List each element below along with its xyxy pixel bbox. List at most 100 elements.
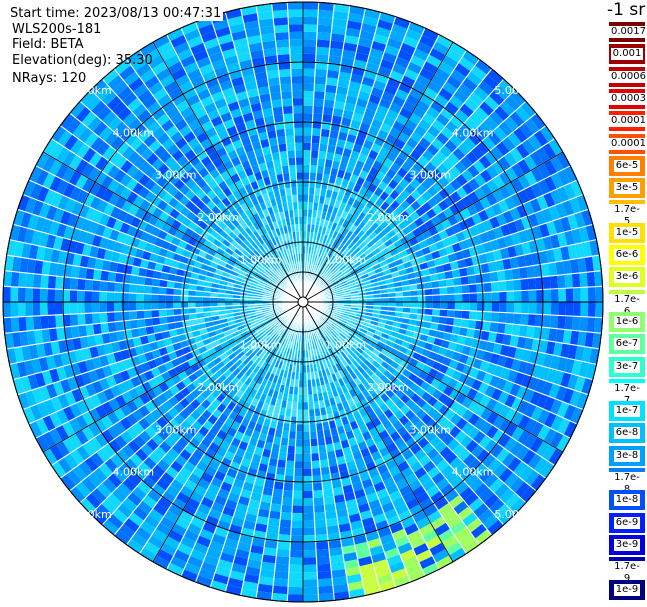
data-cell [293,120,303,129]
data-cell [268,510,281,520]
range-ring-label: 2.00km [367,211,409,224]
data-cell [323,99,335,109]
data-cell [286,142,296,151]
data-cell [505,312,514,325]
data-cell [565,287,574,302]
data-cell [550,302,559,316]
start-time: Start time: 2023/08/13 00:47:31 [10,6,224,21]
data-cell [275,556,290,565]
data-cell [410,295,418,302]
data-cell [313,91,326,100]
data-cell [114,282,123,293]
data-cell [454,302,463,311]
data-cell [32,287,41,302]
data-cell [289,549,303,558]
data-cell [143,302,152,311]
range-ring-label: 4.00km [452,126,494,139]
data-cell [454,285,463,295]
data-cell [303,498,314,506]
data-cell [313,497,325,506]
data-cell [293,127,303,136]
colorbar-tick-label: 1e-5 [613,226,641,239]
colorbar-tick-label: 0.0017 [609,26,647,38]
colorbar-bin: 1e-5 [609,222,645,243]
data-cell [47,288,56,302]
data-cell [269,503,282,513]
data-cell [303,542,316,551]
colorbar-bin: 0.0001 [609,133,647,154]
range-ring-label: 4.00km [113,126,155,139]
colorbar-tick-label: 6e-6 [613,249,641,261]
data-cell [277,541,291,550]
data-cell [40,302,48,316]
data-cell [290,53,303,62]
data-cell [303,120,313,129]
data-cell [288,16,303,25]
data-cell [310,142,320,151]
data-cell [273,17,289,26]
data-cell [273,114,285,123]
data-cell [292,498,303,506]
data-cell [587,286,596,302]
data-cell [313,98,325,107]
data-cell [565,302,574,317]
data-cell [291,90,303,99]
data-cell [491,302,500,313]
data-cell [69,289,78,302]
data-cell [303,557,317,565]
data-cell [10,316,20,333]
data-cell [468,283,477,294]
data-cell [272,585,289,595]
range-ring-label: 1.00km [325,254,367,267]
data-cell [484,302,492,312]
data-cell [278,68,292,78]
data-cell [10,286,19,302]
data-cell [78,266,88,280]
data-cell [558,302,566,316]
data-cell [280,512,292,521]
data-cell [303,68,316,77]
data-cell [276,46,291,56]
range-ring-label: 3.00km [155,169,197,182]
data-cell [279,76,292,85]
data-cell [303,586,319,595]
data-cell [99,291,107,302]
data-cell [288,24,303,32]
data-cell [314,83,326,92]
range-ring-label: 1.00km [325,338,367,351]
data-cell [295,150,303,158]
data-cell [32,273,42,289]
data-cell [303,520,315,528]
data-cell [504,323,514,336]
data-cell [180,302,189,309]
data-cell [180,295,189,302]
colorbar-tick-label: 0.0003 [609,92,647,105]
range-ring-label: 4.00km [113,466,155,479]
data-cell [314,68,328,78]
data-cell [274,31,290,41]
data-cell [84,302,93,314]
data-cell [285,135,295,144]
data-cell [77,313,86,326]
data-cell [303,2,319,10]
data-cell [564,315,574,331]
data-cell [293,483,303,491]
data-cell [280,83,292,92]
data-cell [296,424,303,432]
data-cell [54,289,63,302]
data-cell [17,302,26,317]
data-cell [322,106,334,116]
data-cell [316,563,332,573]
data-cell [520,313,529,326]
colorbar-tick-label: 0.0001 [609,137,647,150]
data-cell [303,53,316,62]
data-cell [294,453,303,462]
data-cell [499,302,507,313]
data-cell [468,310,477,321]
data-cell [106,281,116,293]
data-cell [303,490,314,499]
data-cell [273,578,289,587]
data-cell [317,570,333,580]
data-cell [447,302,455,310]
data-cell [579,272,588,288]
